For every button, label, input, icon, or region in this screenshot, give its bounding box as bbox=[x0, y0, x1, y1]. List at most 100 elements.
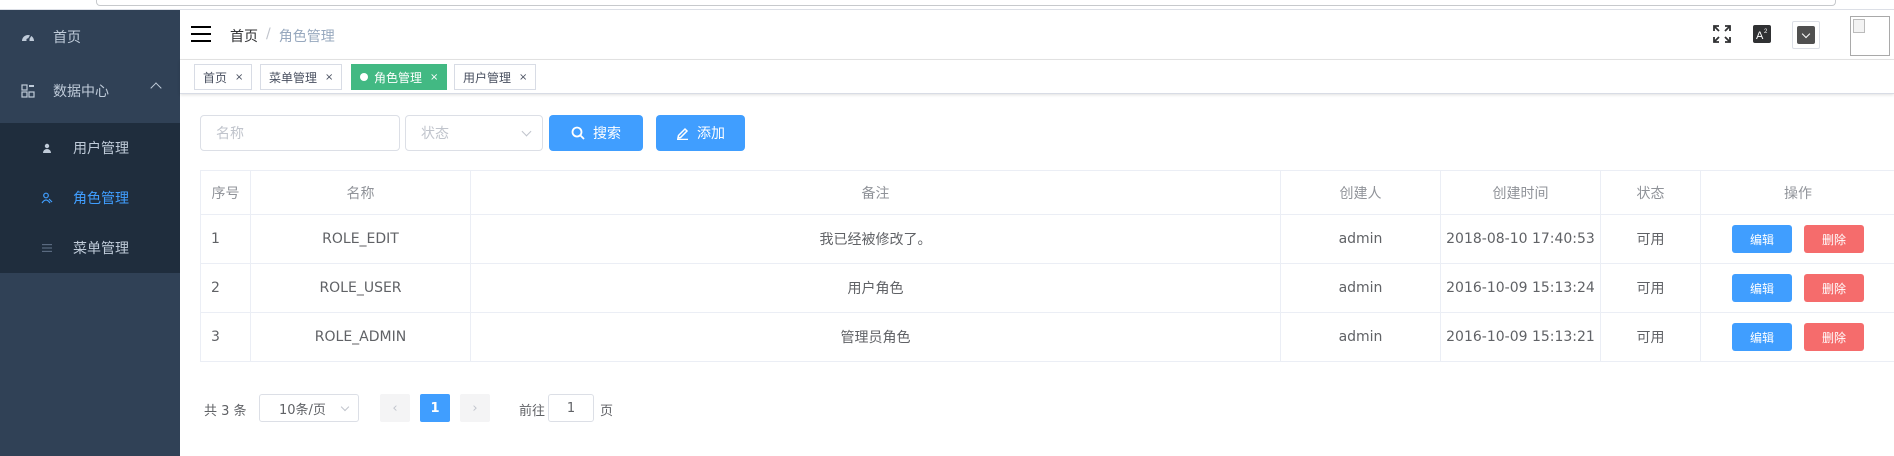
prev-page-button[interactable]: ‹ bbox=[380, 394, 410, 422]
sidebar-item-label: 首页 bbox=[53, 30, 81, 46]
table-header-row: 序号 名称 备注 创建人 创建时间 状态 操作 bbox=[201, 171, 1894, 215]
search-button-label: 搜索 bbox=[593, 126, 621, 142]
search-button[interactable]: 搜索 bbox=[549, 115, 643, 151]
delete-button[interactable]: 删除 bbox=[1804, 274, 1864, 302]
cell-status: 可用 bbox=[1601, 264, 1701, 312]
tag-label: 菜单管理 bbox=[269, 70, 318, 85]
chevron-down-icon bbox=[340, 402, 350, 412]
tag-user-management[interactable]: 用户管理 × bbox=[454, 64, 537, 90]
status-select[interactable]: 状态 bbox=[405, 115, 543, 151]
cell-actions: 编辑 删除 bbox=[1701, 313, 1894, 361]
header-actions: 操作 bbox=[1784, 185, 1812, 202]
address-bar[interactable] bbox=[96, 0, 1836, 6]
close-icon[interactable]: × bbox=[519, 72, 527, 83]
cell-remark: 管理员角色 bbox=[471, 313, 1281, 361]
tag-menu-management[interactable]: 菜单管理 × bbox=[260, 64, 343, 90]
page-size-value: 10条/页 bbox=[279, 402, 326, 418]
table-row: 3 ROLE_ADMIN 管理员角色 admin 2016-10-09 15:1… bbox=[201, 313, 1894, 362]
cell-creator: admin bbox=[1281, 264, 1441, 312]
edit-button[interactable]: 编辑 bbox=[1732, 274, 1792, 302]
sidebar-item-label: 用户管理 bbox=[73, 141, 129, 157]
delete-button[interactable]: 删除 bbox=[1804, 225, 1864, 253]
cell-remark: 用户角色 bbox=[471, 264, 1281, 312]
cell-created-time: 2016-10-09 15:13:24 bbox=[1441, 264, 1601, 312]
close-icon[interactable]: × bbox=[235, 72, 243, 83]
submenu-data-center: 用户管理 角色管理 菜单管理 bbox=[0, 123, 180, 273]
cell-index: 1 bbox=[201, 215, 251, 263]
sidebar-item-label: 角色管理 bbox=[73, 191, 129, 207]
close-icon[interactable]: × bbox=[430, 72, 438, 83]
active-dot-icon bbox=[360, 73, 368, 81]
sidebar-item-data-center[interactable]: 数据中心 bbox=[0, 66, 180, 116]
page-suffix-label: 页 bbox=[600, 404, 614, 419]
tag-role-management[interactable]: 角色管理 × bbox=[351, 64, 448, 90]
breadcrumb-current: 角色管理 bbox=[278, 29, 335, 45]
cell-status: 可用 bbox=[1601, 215, 1701, 263]
name-placeholder: 名称 bbox=[216, 126, 244, 142]
page-number-button[interactable]: 1 bbox=[420, 394, 450, 422]
tag-label: 首页 bbox=[203, 70, 228, 85]
sidebar-item-label: 菜单管理 bbox=[73, 241, 129, 257]
cell-index: 2 bbox=[201, 264, 251, 312]
language-dropdown-button[interactable] bbox=[1792, 21, 1820, 49]
delete-button[interactable]: 删除 bbox=[1804, 323, 1864, 351]
user-icon bbox=[40, 141, 54, 155]
menu-list-icon bbox=[40, 241, 54, 255]
breadcrumb-separator: / bbox=[266, 26, 271, 42]
close-icon[interactable]: × bbox=[325, 72, 333, 83]
page-size-select[interactable]: 10条/页 bbox=[259, 394, 359, 422]
dashboard-icon bbox=[20, 29, 36, 45]
svg-text:A: A bbox=[1756, 30, 1764, 42]
header-status: 状态 bbox=[1601, 171, 1701, 214]
header-remark: 备注 bbox=[471, 171, 1281, 214]
cell-index: 3 bbox=[201, 313, 251, 361]
cell-creator: admin bbox=[1281, 215, 1441, 263]
name-search-input[interactable]: 名称 bbox=[200, 115, 400, 151]
cell-created-time: 2016-10-09 15:13:21 bbox=[1441, 313, 1601, 361]
edit-button[interactable]: 编辑 bbox=[1732, 225, 1792, 253]
sidebar-item-menus[interactable]: 菜单管理 bbox=[0, 223, 180, 273]
header-name: 名称 bbox=[251, 171, 471, 214]
header-creator: 创建人 bbox=[1281, 171, 1441, 214]
roles-table: 序号 名称 备注 创建人 创建时间 状态 操作 1 ROLE_EDIT 我已经被… bbox=[200, 170, 1894, 362]
cell-name: ROLE_EDIT bbox=[251, 215, 471, 263]
status-placeholder: 状态 bbox=[421, 126, 449, 142]
table-row: 1 ROLE_EDIT 我已经被修改了。 admin 2018-08-10 17… bbox=[201, 215, 1894, 264]
search-icon bbox=[571, 126, 585, 140]
chevron-down-icon bbox=[1797, 26, 1815, 44]
pagination-total: 共 3 条 bbox=[204, 404, 247, 419]
cell-actions: 编辑 删除 bbox=[1701, 264, 1894, 312]
navbar: 首页 / 角色管理 A2 bbox=[180, 10, 1894, 60]
tag-label: 用户管理 bbox=[463, 70, 512, 85]
sidebar: 首页 数据中心 用户管理 角色管理 菜单管理 bbox=[0, 10, 180, 456]
sidebar-item-users[interactable]: 用户管理 bbox=[0, 123, 180, 173]
font-size-icon[interactable]: A2 bbox=[1752, 24, 1772, 44]
cell-name: ROLE_USER bbox=[251, 264, 471, 312]
breadcrumb: 首页 / 角色管理 bbox=[230, 26, 335, 46]
tag-home[interactable]: 首页 × bbox=[194, 64, 253, 90]
breadcrumb-home[interactable]: 首页 bbox=[230, 26, 258, 46]
cell-creator: admin bbox=[1281, 313, 1441, 361]
edit-button[interactable]: 编辑 bbox=[1732, 323, 1792, 351]
next-page-button[interactable]: › bbox=[460, 394, 490, 422]
edit-icon bbox=[677, 127, 689, 140]
cell-created-time: 2018-08-10 17:40:53 bbox=[1441, 215, 1601, 263]
tag-label: 角色管理 bbox=[374, 70, 423, 85]
hamburger-icon[interactable] bbox=[191, 26, 211, 42]
goto-page-input[interactable]: 1 bbox=[548, 394, 594, 422]
chevron-down-icon bbox=[521, 126, 532, 137]
avatar[interactable] bbox=[1850, 16, 1890, 56]
chevron-up-icon bbox=[150, 82, 162, 94]
browser-chrome bbox=[0, 0, 1894, 10]
add-button-label: 添加 bbox=[697, 126, 725, 142]
tags-view: 首页 × 菜单管理 × 角色管理 × 用户管理 × bbox=[180, 60, 1894, 94]
cell-remark: 我已经被修改了。 bbox=[471, 215, 1281, 263]
cell-status: 可用 bbox=[1601, 313, 1701, 361]
header-index: 序号 bbox=[201, 171, 251, 214]
table-row: 2 ROLE_USER 用户角色 admin 2016-10-09 15:13:… bbox=[201, 264, 1894, 313]
sidebar-item-roles[interactable]: 角色管理 bbox=[0, 173, 180, 223]
cell-name: ROLE_ADMIN bbox=[251, 313, 471, 361]
add-button[interactable]: 添加 bbox=[656, 115, 745, 151]
sidebar-item-home[interactable]: 首页 bbox=[0, 12, 180, 62]
fullscreen-icon[interactable] bbox=[1712, 24, 1732, 44]
